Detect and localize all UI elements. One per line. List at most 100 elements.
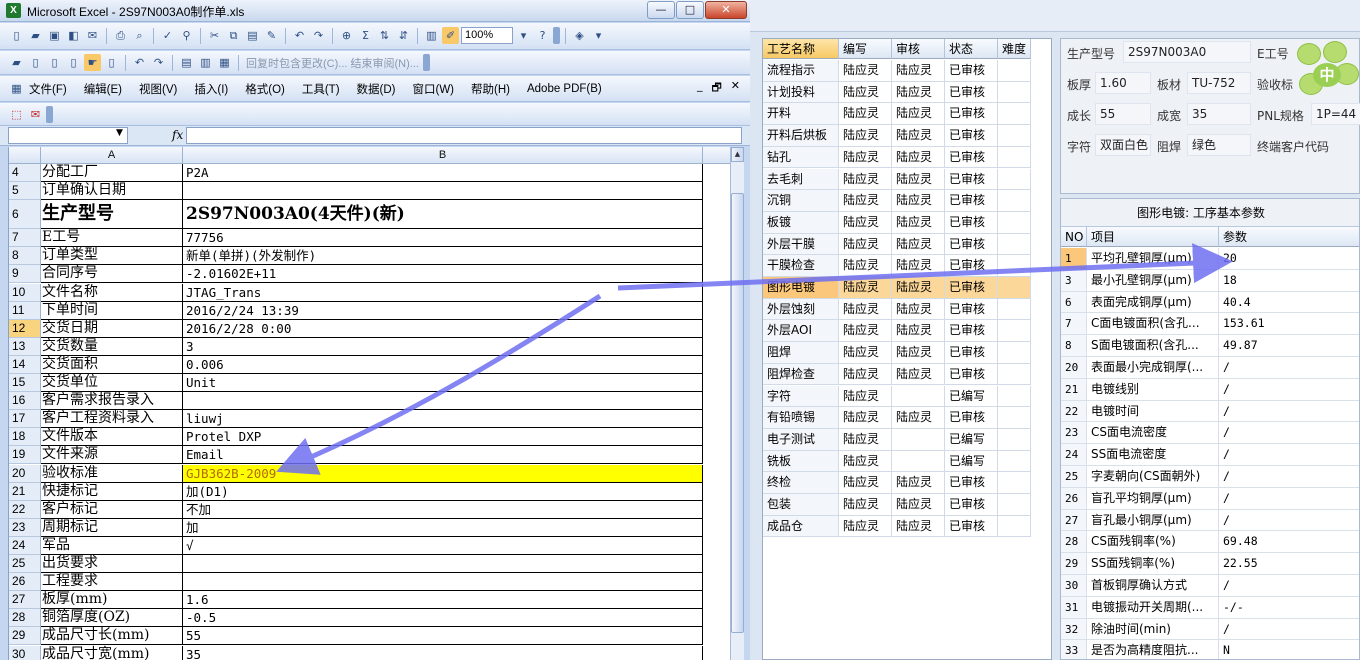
doc-icon[interactable]: ▦ — [216, 54, 233, 71]
cell-b[interactable]: 2S97N003A0(4天件)(新) — [183, 200, 703, 230]
cell-b[interactable]: P2A — [183, 164, 703, 183]
writer-cell[interactable]: 陆应灵 — [839, 168, 892, 191]
cell-b[interactable]: Email — [183, 446, 703, 465]
process-name-cell[interactable]: 去毛刺 — [763, 168, 839, 191]
status-cell[interactable]: 已审核 — [945, 277, 998, 299]
fx-icon[interactable]: fx — [172, 128, 183, 142]
row-header[interactable]: 19 — [9, 446, 41, 465]
column-header-a[interactable]: A — [41, 147, 183, 164]
status-cell[interactable]: 已审核 — [945, 190, 998, 212]
process-table[interactable]: 工艺名称 编写 审核 状态 难度 流程指示 陆应灵 陆应灵 已审核 计划投料 陆应灵 陆应灵… — [762, 38, 1052, 660]
writer-cell[interactable]: 陆应灵 — [839, 515, 892, 538]
row-header[interactable]: 26 — [9, 573, 41, 592]
cell-b[interactable]: 0.006 — [183, 355, 703, 374]
cell-b[interactable]: -0.5 — [183, 609, 703, 628]
param-value-cell[interactable]: / — [1219, 575, 1359, 597]
research-icon[interactable]: ⚲ — [178, 27, 195, 44]
param-row[interactable]: 29 SS面残铜率(%) 22.55 — [1061, 553, 1359, 575]
save-icon[interactable]: ▣ — [46, 27, 63, 44]
cell-a[interactable]: 客户需求报告录入 — [41, 392, 183, 411]
process-row[interactable]: 成品仓 陆应灵 陆应灵 已审核 — [763, 515, 1031, 538]
difficulty-cell[interactable] — [998, 494, 1031, 516]
param-value-cell[interactable]: N — [1219, 640, 1359, 659]
param-row[interactable]: 33 是否为高精度阻抗... N — [1061, 640, 1359, 659]
param-value-cell[interactable]: 69.48 — [1219, 531, 1359, 554]
process-row[interactable]: 计划投料 陆应灵 陆应灵 已审核 — [763, 81, 1031, 104]
row-header[interactable]: 27 — [9, 591, 41, 610]
difficulty-cell[interactable] — [998, 60, 1031, 82]
cell-b[interactable]: 加 — [183, 518, 703, 537]
process-row[interactable]: 流程指示 陆应灵 陆应灵 已审核 — [763, 60, 1031, 82]
solder-mask-field[interactable]: 绿色 — [1187, 134, 1251, 156]
menu-format[interactable]: 格式(O) — [243, 81, 287, 97]
process-row[interactable]: 沉铜 陆应灵 陆应灵 已审核 — [763, 190, 1031, 212]
reviewer-cell[interactable]: 陆应灵 — [892, 255, 945, 277]
select-all-corner[interactable] — [9, 147, 41, 164]
reviewer-cell[interactable]: 陆应灵 — [892, 472, 945, 494]
difficulty-cell[interactable] — [998, 190, 1031, 212]
process-row[interactable]: 外层干膜 陆应灵 陆应灵 已审核 — [763, 233, 1031, 256]
cell-b[interactable] — [183, 555, 703, 574]
fill-color-icon[interactable]: ◈ — [571, 27, 588, 44]
process-row[interactable]: 包装 陆应灵 陆应灵 已审核 — [763, 494, 1031, 516]
status-cell[interactable]: 已审核 — [945, 494, 998, 516]
process-name-cell[interactable]: 流程指示 — [763, 60, 839, 82]
cell-b[interactable]: 1.6 — [183, 591, 703, 610]
model-field[interactable]: 2S97N003A0 — [1123, 41, 1251, 63]
menu-insert[interactable]: 插入(I) — [192, 81, 230, 97]
param-value-cell[interactable]: 153.61 — [1219, 313, 1359, 336]
param-item-cell[interactable]: 首板铜厚确认方式 — [1087, 575, 1219, 597]
param-item-cell[interactable]: 平均孔壁铜厚(μm) — [1087, 248, 1219, 270]
process-row[interactable]: 干膜检查 陆应灵 陆应灵 已审核 — [763, 255, 1031, 277]
column-header-b[interactable]: B — [183, 147, 703, 164]
param-row[interactable]: 23 CS面电流密度 / — [1061, 422, 1359, 445]
row-header[interactable]: 13 — [9, 337, 41, 356]
param-item-cell[interactable]: SS面残铜率(%) — [1087, 553, 1219, 575]
writer-cell[interactable]: 陆应灵 — [839, 103, 892, 126]
doc-icon[interactable]: ▯ — [27, 54, 44, 71]
param-item-cell[interactable]: 电镀线别 — [1087, 378, 1219, 401]
param-value-cell[interactable]: -/- — [1219, 597, 1359, 619]
header-reviewer[interactable]: 审核 — [892, 39, 945, 59]
status-cell[interactable]: 已编写 — [945, 385, 998, 408]
param-row[interactable]: 21 电镀线别 / — [1061, 378, 1359, 401]
process-row[interactable]: 开料后烘板 陆应灵 陆应灵 已审核 — [763, 125, 1031, 147]
reviewer-cell[interactable]: 陆应灵 — [892, 211, 945, 234]
row-header[interactable]: 16 — [9, 392, 41, 411]
reviewer-cell[interactable]: 陆应灵 — [892, 407, 945, 429]
param-item-cell[interactable]: C面电镀面积(含孔... — [1087, 313, 1219, 336]
cell-b[interactable] — [183, 392, 703, 411]
process-row[interactable]: 字符 陆应灵 已编写 — [763, 385, 1031, 408]
status-cell[interactable]: 已审核 — [945, 81, 998, 104]
process-name-cell[interactable]: 板镀 — [763, 211, 839, 234]
status-cell[interactable]: 已审核 — [945, 168, 998, 191]
pointer-icon[interactable]: ☛ — [84, 54, 101, 71]
cell-a[interactable]: 军品 — [41, 536, 183, 555]
cell-a[interactable]: 合同序号 — [41, 265, 183, 284]
reviewer-cell[interactable] — [892, 450, 945, 473]
clover-ime-icon[interactable]: 中 — [1293, 39, 1360, 103]
cut-icon[interactable]: ✂ — [206, 27, 223, 44]
cell-b[interactable]: Unit — [183, 374, 703, 393]
cell-a[interactable]: 客户工程资料录入 — [41, 410, 183, 429]
scroll-thumb[interactable] — [731, 193, 744, 633]
reviewer-cell[interactable]: 陆应灵 — [892, 494, 945, 516]
writer-cell[interactable]: 陆应灵 — [839, 407, 892, 429]
doc-close-button[interactable]: ✕ — [731, 79, 740, 98]
reviewer-cell[interactable]: 陆应灵 — [892, 168, 945, 191]
param-row[interactable]: 27 盲孔最小铜厚(μm) / — [1061, 509, 1359, 532]
header-process-name[interactable]: 工艺名称 — [763, 39, 839, 59]
cell-b[interactable]: 2016/2/24 13:39 — [183, 301, 703, 320]
doc-icon[interactable]: ▯ — [103, 54, 120, 71]
doc-minimize-button[interactable]: _ — [697, 79, 703, 98]
menu-data[interactable]: 数据(D) — [355, 81, 398, 97]
header-difficulty[interactable]: 难度 — [998, 39, 1031, 59]
cell-b[interactable]: 2016/2/28 0:00 — [183, 319, 703, 338]
undo-icon[interactable]: ↶ — [291, 27, 308, 44]
writer-cell[interactable]: 陆应灵 — [839, 255, 892, 277]
writer-cell[interactable]: 陆应灵 — [839, 450, 892, 473]
vertical-scrollbar[interactable]: ▲ — [730, 147, 744, 660]
process-name-cell[interactable]: 电子测试 — [763, 428, 839, 451]
status-cell[interactable]: 已审核 — [945, 472, 998, 494]
difficulty-cell[interactable] — [998, 342, 1031, 364]
